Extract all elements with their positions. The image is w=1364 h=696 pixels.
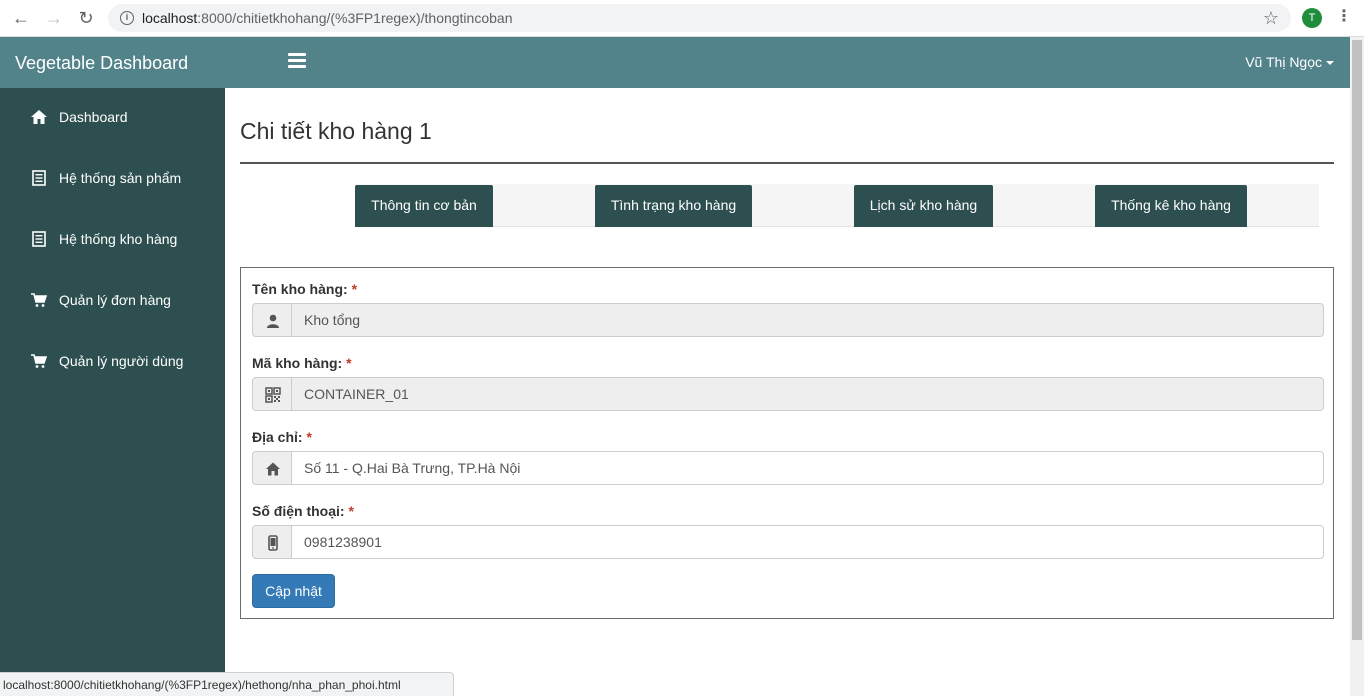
code-field-group	[252, 377, 1324, 411]
profile-avatar[interactable]: T	[1302, 8, 1322, 28]
field-label-name: Tên kho hàng: *	[252, 281, 358, 297]
app-header: Vegetable Dashboard Vũ Thị Ngọc	[0, 37, 1350, 88]
bookmark-star-icon[interactable]: ☆	[1263, 8, 1279, 29]
brand-title[interactable]: Vegetable Dashboard	[15, 53, 188, 74]
phone-field-group	[252, 525, 1324, 559]
warehouse-code-field[interactable]	[291, 377, 1324, 411]
browser-menu-icon[interactable]: ⋮	[1336, 6, 1352, 26]
list-icon	[30, 169, 48, 187]
page-title: Chi tiết kho hàng 1	[240, 118, 432, 144]
sidebar-item-label: Quản lý đơn hàng	[59, 292, 171, 308]
warehouse-form: Tên kho hàng: * Mã kho hàng: * Địa chỉ: …	[240, 267, 1334, 619]
sidebar-item-label: Dashboard	[59, 109, 128, 125]
forward-icon[interactable]: →	[42, 7, 66, 29]
home-icon	[252, 451, 292, 485]
sidebar: Dashboard Hệ thống sản phẩm Hệ thống kho…	[0, 88, 225, 696]
tab-bar: Thông tin cơ bản Tình trạng kho hàng Lịc…	[355, 184, 1319, 227]
user-icon	[252, 303, 292, 337]
sidebar-item-users[interactable]: Quản lý người dùng	[0, 342, 225, 382]
update-button[interactable]: Cập nhật	[252, 574, 335, 608]
warehouse-name-field[interactable]	[291, 303, 1324, 337]
cart-icon	[30, 352, 48, 370]
list-icon	[30, 230, 48, 248]
home-icon	[30, 108, 48, 126]
address-bar[interactable]: i localhost:8000/chitietkhohang/(%3FP1re…	[108, 4, 1291, 32]
phone-field[interactable]	[291, 525, 1324, 559]
status-link-preview: localhost:8000/chitietkhohang/(%3FP1rege…	[0, 672, 454, 696]
address-field[interactable]	[291, 451, 1324, 485]
field-label-address: Địa chỉ: *	[252, 429, 312, 445]
tab-warehouse-status[interactable]: Tình trạng kho hàng	[595, 185, 752, 227]
sidebar-item-products[interactable]: Hệ thống sản phẩm	[0, 159, 225, 199]
menu-toggle-icon[interactable]	[288, 53, 306, 69]
address-field-group	[252, 451, 1324, 485]
sidebar-item-label: Hệ thống kho hàng	[59, 231, 178, 247]
field-label-phone: Số điện thoại: *	[252, 503, 354, 519]
tab-warehouse-stats[interactable]: Thống kê kho hàng	[1095, 185, 1247, 227]
field-label-code: Mã kho hàng: *	[252, 355, 352, 371]
scrollbar-thumb[interactable]	[1352, 40, 1362, 640]
info-icon[interactable]: i	[120, 11, 134, 25]
main-content: Chi tiết kho hàng 1 Thông tin cơ bản Tìn…	[225, 88, 1350, 696]
browser-toolbar: ← → ↻ i localhost:8000/chitietkhohang/(%…	[0, 0, 1364, 37]
phone-icon	[252, 525, 292, 559]
sidebar-item-label: Hệ thống sản phẩm	[59, 170, 182, 186]
tab-warehouse-history[interactable]: Lịch sử kho hàng	[854, 185, 993, 227]
back-icon[interactable]: ←	[9, 7, 33, 29]
sidebar-item-orders[interactable]: Quản lý đơn hàng	[0, 281, 225, 321]
user-menu[interactable]: Vũ Thị Ngọc	[1245, 54, 1334, 70]
name-field-group	[252, 303, 1324, 337]
user-name: Vũ Thị Ngọc	[1245, 54, 1322, 70]
caret-down-icon	[1326, 61, 1334, 66]
sidebar-item-dashboard[interactable]: Dashboard	[0, 98, 225, 138]
sidebar-item-label: Quản lý người dùng	[59, 353, 184, 369]
tab-basic-info[interactable]: Thông tin cơ bản	[355, 185, 493, 227]
url-text: localhost:8000/chitietkhohang/(%3FP1rege…	[142, 10, 513, 26]
reload-icon[interactable]: ↻	[74, 7, 98, 29]
divider	[240, 162, 1334, 164]
cart-icon	[30, 291, 48, 309]
sidebar-item-warehouses[interactable]: Hệ thống kho hàng	[0, 220, 225, 260]
qrcode-icon	[252, 377, 292, 411]
